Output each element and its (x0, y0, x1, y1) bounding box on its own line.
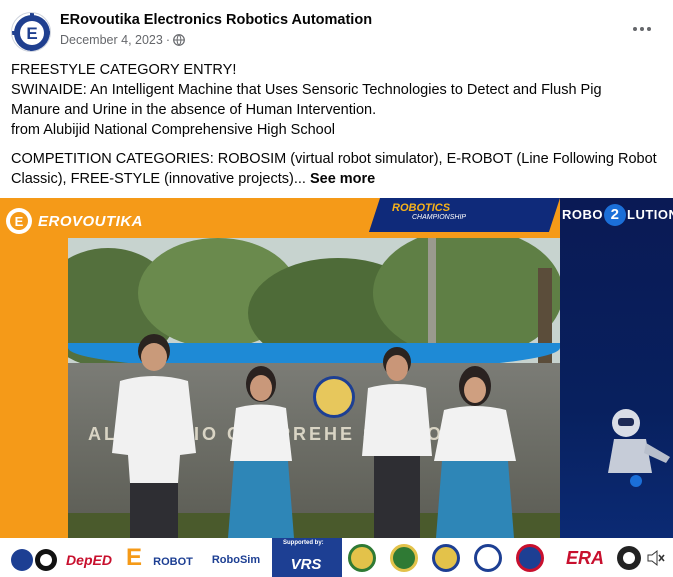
supported-by-label: Supported by: (283, 540, 324, 546)
student-3 (362, 347, 432, 538)
post-line: COMPETITION CATEGORIES: ROBOSIM (virtual… (11, 151, 657, 167)
post-line: from Alubijid National Comprehensive Hig… (11, 122, 335, 138)
svg-text:E: E (15, 214, 24, 229)
school-badge-2 (390, 544, 418, 572)
svg-text:E: E (26, 24, 37, 43)
era-logo: ERA (565, 547, 604, 568)
school-seal (313, 376, 355, 418)
post-date[interactable]: December 4, 2023 (60, 33, 163, 47)
vrs-logo: VRS (290, 555, 322, 573)
meta-separator: · (165, 33, 171, 47)
partner-logos-icon (11, 549, 57, 571)
championship-title-text: ROBOTICS (392, 202, 451, 214)
e-robot-logo-letter: E (125, 544, 142, 571)
video-scene: ALUBI ATIO COMPREHE SCHOOL (68, 238, 560, 538)
more-horizontal-icon (633, 27, 651, 31)
student-1 (112, 334, 196, 538)
championship-subtitle: CHAMPIONSHIP (412, 214, 467, 221)
post-message: FREESTYLE CATEGORY ENTRY! SWINAIDE: An I… (11, 60, 666, 189)
robo-title-left: ROBO (562, 207, 603, 222)
school-badge-1 (348, 544, 376, 572)
more-options-button[interactable] (625, 16, 659, 42)
post-line-text: Classic), FREE-STYLE (innovative project… (11, 171, 306, 187)
see-more-link[interactable]: See more (310, 171, 375, 187)
volume-muted-icon[interactable] (646, 548, 666, 568)
robosim-logo: RoboSim (211, 554, 261, 566)
globe-icon[interactable] (173, 34, 185, 46)
event-side-panel (560, 198, 673, 577)
robo2lution-title: ROBO2LUTION (562, 204, 673, 226)
school-badge-4 (474, 544, 502, 572)
post-line: SWINAIDE: An Intelligent Machine that Us… (11, 82, 602, 98)
student-2 (228, 366, 294, 538)
post-meta: December 4, 2023 · (60, 33, 185, 47)
post-line: FREESTYLE CATEGORY ENTRY! (11, 62, 237, 78)
robo-title-right: LUTION (627, 207, 673, 222)
student-4 (434, 366, 516, 538)
post-header: E ERovoutika Electronics Robotics Automa… (0, 0, 673, 58)
championship-title: ROBOTICS CHAMPIONSHIP (392, 202, 552, 221)
e-robot-logo-text: ROBOT (153, 556, 193, 568)
post-line: Manure and Urine in the absence of Human… (11, 102, 377, 118)
gear-sponsor-icon (617, 546, 641, 570)
school-badge-3 (432, 544, 460, 572)
school-badge-5 (516, 544, 544, 572)
gear-logo-icon: E (6, 208, 32, 234)
erovoutika-video-logo: E EROVOUTIKA (4, 202, 143, 240)
page-avatar[interactable]: E (11, 12, 51, 52)
erovoutika-logo-icon: E (12, 13, 50, 51)
robot-illustration (608, 409, 670, 487)
page-name-link[interactable]: ERovoutika Electronics Robotics Automati… (60, 12, 372, 28)
deped-logo: DepED (66, 552, 112, 568)
video-player[interactable]: E EROVOUTIKA ROBOTICS CHAMPIONSHIP ROBO 2… (0, 198, 673, 577)
erovoutika-logo-text: EROVOUTIKA (38, 212, 144, 230)
robo-title-number: 2 (604, 204, 626, 226)
post-line: Classic), FREE-STYLE (innovative project… (11, 169, 666, 189)
